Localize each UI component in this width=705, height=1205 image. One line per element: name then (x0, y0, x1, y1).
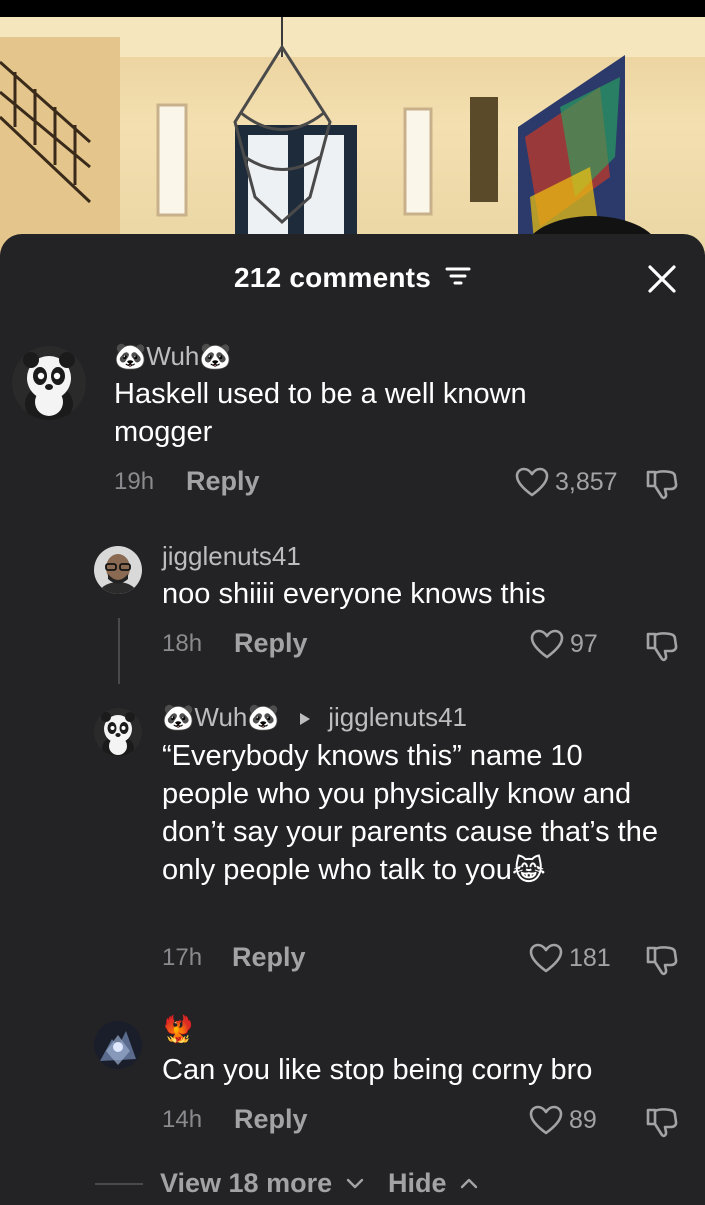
avatar[interactable] (94, 546, 142, 594)
like-button[interactable]: 89 (529, 1105, 597, 1135)
replies-divider (95, 1183, 143, 1185)
reply-arrow-icon (299, 713, 310, 726)
status-bar (0, 0, 705, 17)
like-count: 97 (570, 629, 598, 658)
reply-button[interactable]: Reply (234, 1104, 308, 1135)
comment-time: 17h (162, 944, 203, 971)
chevron-up-icon (460, 1178, 478, 1189)
chevron-down-icon (346, 1178, 363, 1189)
like-button[interactable]: 97 (530, 629, 598, 659)
thread-line (118, 618, 120, 684)
like-button[interactable]: 181 (529, 943, 611, 973)
avatar[interactable] (12, 346, 86, 420)
comment-username[interactable]: 🐼Wuh🐼 (114, 341, 232, 372)
comment-username-row: 🐼Wuh🐼 jigglenuts41 (162, 702, 467, 733)
comment-username[interactable]: jigglenuts41 (162, 541, 301, 572)
heart-icon (529, 943, 563, 973)
comments-header: 212 comments (0, 262, 705, 294)
view-more-label: View 18 more (160, 1168, 333, 1198)
dislike-icon[interactable] (645, 1106, 679, 1143)
close-icon[interactable] (645, 262, 679, 296)
hide-replies-button[interactable]: Hide (388, 1168, 478, 1199)
heart-icon (529, 1105, 563, 1135)
sort-filter-icon[interactable] (445, 262, 471, 294)
dislike-icon[interactable] (645, 944, 679, 981)
dislike-icon[interactable] (645, 630, 679, 667)
heart-icon (515, 467, 549, 497)
comment-time: 18h (162, 630, 203, 657)
comment-text: Can you like stop being corny bro (162, 1054, 593, 1086)
avatar[interactable] (94, 1021, 142, 1069)
comment-text: noo shiiii everyone knows this (162, 578, 546, 610)
dislike-icon[interactable] (645, 468, 679, 505)
like-count: 89 (569, 1105, 597, 1134)
comment-time: 19h (114, 468, 155, 495)
like-count: 3,857 (555, 467, 618, 496)
avatar[interactable] (94, 708, 142, 756)
comments-count: 212 comments (234, 262, 431, 293)
comment-text: Haskell used to be a well known mogger (114, 378, 527, 448)
comment-text: “Everybody knows this” name 10 people wh… (162, 737, 662, 890)
video-preview[interactable] (0, 17, 705, 257)
hide-label: Hide (388, 1168, 447, 1198)
heart-icon (530, 629, 564, 659)
comment-username[interactable]: 🐼Wuh🐼 (162, 702, 280, 732)
comment-time: 14h (162, 1106, 203, 1133)
reply-button[interactable]: Reply (186, 466, 260, 497)
reply-to-username[interactable]: jigglenuts41 (328, 702, 467, 732)
view-more-replies-button[interactable]: View 18 more (160, 1168, 364, 1199)
reply-button[interactable]: Reply (234, 628, 308, 659)
like-button[interactable]: 3,857 (515, 467, 618, 497)
cat-tears-emoji: 😹 (511, 855, 546, 888)
comment-username[interactable]: 🐦‍🔥 (162, 1014, 194, 1045)
comment-text-body: “Everybody knows this” name 10 people wh… (162, 740, 658, 886)
reply-button[interactable]: Reply (232, 942, 306, 973)
like-count: 181 (569, 943, 611, 972)
